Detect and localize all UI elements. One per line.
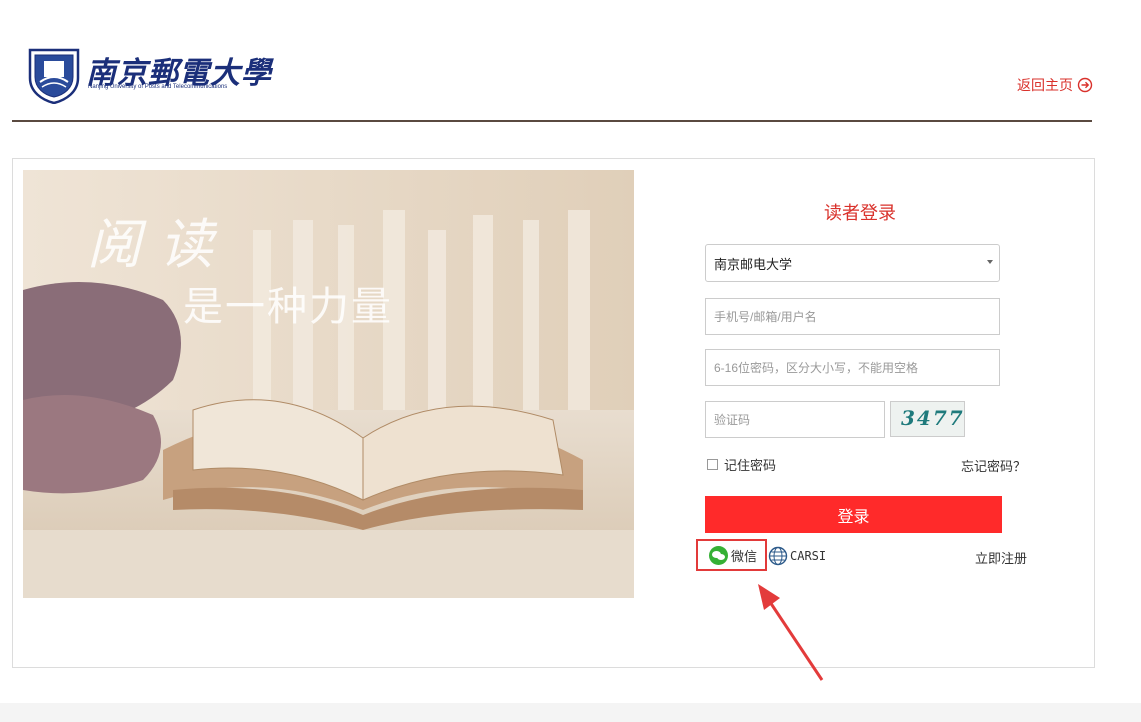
page-footer: [0, 703, 1141, 722]
remember-password[interactable]: 记住密码: [707, 455, 776, 474]
remember-checkbox[interactable]: [707, 459, 718, 470]
logo-english-name: Nanjing University of Posts and Telecomm…: [88, 84, 228, 90]
carsi-label: CARSI: [790, 549, 827, 563]
remember-label: 记住密码: [724, 459, 777, 474]
carsi-globe-icon: [768, 546, 788, 566]
institution-select[interactable]: 南京邮电大学: [705, 244, 1000, 282]
arrow-circle-right-icon: [1077, 77, 1093, 93]
captcha-placeholder: 验证码: [714, 413, 751, 427]
captcha-code: 3477: [901, 406, 965, 430]
page-header: 南京郵電大學 Nanjing University of Posts and T…: [0, 0, 1141, 122]
password-input[interactable]: 6-16位密码，区分大小写，不能用空格: [705, 349, 1000, 386]
hero-title-reading: 阅读: [87, 213, 231, 276]
header-divider: [12, 120, 1092, 122]
carsi-login[interactable]: CARSI: [768, 546, 826, 566]
register-link[interactable]: 立即注册: [975, 548, 1027, 567]
back-home-link[interactable]: 返回主页: [1017, 75, 1093, 95]
username-input[interactable]: 手机号/邮箱/用户名: [705, 298, 1000, 335]
forgot-password-link[interactable]: 忘记密码？: [961, 456, 1026, 475]
captcha-image[interactable]: 3477: [890, 401, 965, 437]
back-home-label: 返回主页: [1017, 77, 1073, 93]
wechat-label: 微信: [731, 550, 758, 565]
university-emblem-icon: [28, 48, 80, 104]
wechat-login[interactable]: 微信: [709, 546, 757, 565]
institution-selected-value: 南京邮电大学: [714, 256, 793, 272]
login-form: 读者登录 南京邮电大学 手机号/邮箱/用户名 6-16位密码，区分大小写，不能用…: [696, 199, 1027, 619]
chevron-down-icon: [987, 260, 993, 264]
username-placeholder: 手机号/邮箱/用户名: [714, 310, 817, 324]
login-title: 读者登录: [824, 203, 896, 224]
hero-subtitle: 是一种力量: [183, 284, 393, 330]
wechat-icon: [709, 546, 728, 565]
university-logo[interactable]: 南京郵電大學 Nanjing University of Posts and T…: [26, 46, 271, 108]
password-placeholder: 6-16位密码，区分大小写，不能用空格: [714, 361, 919, 375]
hero-image: 阅读 是一种力量: [23, 170, 634, 598]
captcha-input[interactable]: 验证码: [705, 401, 885, 438]
login-button[interactable]: 登录: [705, 496, 1002, 533]
annotation-arrow-icon: [758, 584, 824, 681]
login-panel: 阅读 是一种力量 读者登录 南京邮电大学 手机号/邮箱/用户名 6-16位密码，…: [12, 158, 1095, 668]
